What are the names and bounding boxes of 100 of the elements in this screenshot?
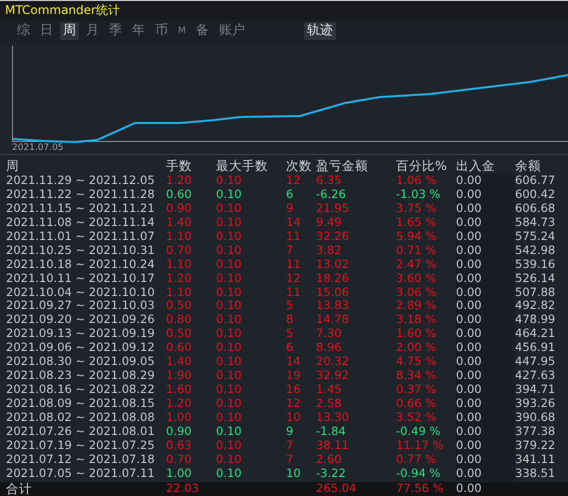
profit-cell-text: -1.84 bbox=[316, 424, 347, 439]
period-tab[interactable]: 月 bbox=[83, 22, 102, 40]
lots-cell-text: 1.00 bbox=[166, 410, 193, 425]
balance-cell-text: 575.24 bbox=[515, 230, 556, 244]
deposit-cell: 0.00 bbox=[456, 369, 515, 384]
lots-cell-text: 0.60 bbox=[166, 341, 193, 356]
max-lots-cell-text: 0.10 bbox=[216, 244, 243, 258]
column-header: 次数 bbox=[286, 158, 313, 174]
week-cell-text: 2021.07.05 ~ 2021.07.11 bbox=[6, 466, 156, 481]
week-cell-text: 2021.08.16 ~ 2021.08.22 bbox=[6, 383, 156, 398]
trades-cell-text: 16 bbox=[286, 383, 302, 398]
max-lots-cell-text: 0.10 bbox=[216, 424, 243, 439]
profit-cell-text: 38.11 bbox=[316, 438, 350, 453]
total-profit: 265.04 bbox=[316, 482, 358, 496]
max-lots-cell-text: 0.10 bbox=[216, 438, 243, 453]
period-tab[interactable]: 账户 bbox=[216, 22, 248, 40]
trades-cell-text: 8 bbox=[286, 313, 294, 328]
balance-cell-text: 377.38 bbox=[515, 424, 556, 439]
trades-cell-text: 9 bbox=[286, 424, 294, 439]
chart-date-label: 2021.07.05 bbox=[12, 143, 64, 153]
lots-cell-text: 1.20 bbox=[166, 272, 193, 286]
period-tab[interactable]: 日 bbox=[37, 22, 56, 40]
profit-cell-text: 2.60 bbox=[316, 452, 343, 467]
percent-cell-text: 0.77 % bbox=[396, 452, 438, 467]
percent-cell-text: -1.03 % bbox=[396, 188, 442, 202]
balance-cell-text: 379.22 bbox=[515, 438, 556, 453]
max-lots-cell-text: 0.10 bbox=[216, 188, 243, 202]
deposit-cell: 0.00 bbox=[456, 341, 515, 356]
week-cell-text: 2021.10.18 ~ 2021.10.24 bbox=[6, 258, 156, 272]
profit-cell-text: -3.22 bbox=[316, 466, 347, 481]
deposit-cell: 0.00 bbox=[456, 438, 515, 453]
trades-cell-text: 11 bbox=[286, 286, 302, 300]
week-cell-text: 2021.11.15 ~ 2021.11.21 bbox=[6, 202, 156, 216]
max-lots-cell-text: 0.10 bbox=[216, 410, 243, 425]
column-header: 手数 bbox=[166, 158, 193, 174]
deposit-cell: 0.00 bbox=[456, 188, 515, 202]
deposit-cell: 0.00 bbox=[456, 355, 515, 370]
lots-cell-text: 0.70 bbox=[166, 452, 193, 467]
balance-cell-text: 478.99 bbox=[515, 313, 556, 328]
deposit-cell: 0.00 bbox=[456, 424, 515, 439]
max-lots-cell-text: 0.10 bbox=[216, 202, 243, 216]
deposit-cell: 0.00 bbox=[456, 313, 515, 328]
column-header: 百分比% bbox=[396, 158, 448, 174]
percent-cell-text: 5.94 % bbox=[396, 230, 438, 244]
deposit-cell: 0.00 bbox=[456, 452, 515, 467]
balance-cell-text: 526.14 bbox=[515, 272, 556, 286]
max-lots-cell-text: 0.10 bbox=[216, 230, 243, 244]
deposit-cell: 0.00 bbox=[456, 286, 515, 300]
trades-cell-text: 12 bbox=[286, 397, 302, 411]
period-tab[interactable]: 备 bbox=[192, 22, 212, 40]
percent-cell-text: 3.06 % bbox=[396, 286, 438, 300]
max-lots-cell-text: 0.10 bbox=[216, 452, 243, 467]
trades-cell-text: 19 bbox=[286, 369, 302, 384]
profit-cell-text: 18.26 bbox=[316, 272, 350, 286]
lots-cell-text: 1.40 bbox=[166, 216, 193, 230]
period-tab[interactable]: 周 bbox=[60, 22, 79, 40]
total-percent: 77.56 % bbox=[396, 482, 445, 496]
deposit-cell: 0.00 bbox=[456, 244, 515, 258]
balance-cell-text: 584.73 bbox=[515, 216, 556, 230]
deposit-cell: 0.00 bbox=[456, 174, 515, 188]
week-cell-text: 2021.08.02 ~ 2021.08.08 bbox=[6, 410, 156, 425]
lots-cell-text: 1.90 bbox=[166, 369, 193, 384]
profit-cell-text: -6.26 bbox=[316, 188, 347, 202]
week-cell-text: 2021.08.23 ~ 2021.08.29 bbox=[6, 369, 156, 384]
deposit-cell: 0.00 bbox=[456, 258, 515, 272]
percent-cell-text: 1.65 % bbox=[396, 216, 438, 230]
percent-cell-text: 3.60 % bbox=[396, 272, 438, 286]
period-tab[interactable]: 综 bbox=[14, 22, 33, 40]
balance-cell-text: 600.42 bbox=[515, 188, 556, 202]
profit-cell-text: 6.35 bbox=[316, 174, 343, 188]
track-button[interactable]: 轨迹 bbox=[304, 22, 336, 40]
deposit-cell: 0.00 bbox=[456, 299, 515, 314]
profit-cell-text: 32.92 bbox=[316, 369, 350, 384]
lots-cell-text: 1.10 bbox=[166, 258, 193, 272]
trades-cell-text: 7 bbox=[286, 438, 294, 453]
period-tab[interactable]: 年 bbox=[129, 22, 148, 40]
lots-cell-text: 0.60 bbox=[166, 188, 193, 202]
lots-cell-text: 0.63 bbox=[166, 438, 193, 453]
period-tab[interactable]: 币 bbox=[152, 22, 171, 40]
max-lots-cell-text: 0.10 bbox=[216, 216, 243, 230]
window-title: MTCommander统计 bbox=[0, 0, 568, 20]
balance-cell-text: 606.77 bbox=[515, 174, 556, 188]
trades-cell-text: 11 bbox=[286, 230, 302, 244]
week-cell-text: 2021.11.08 ~ 2021.11.14 bbox=[6, 216, 156, 230]
percent-cell-text: 3.75 % bbox=[396, 202, 438, 216]
week-cell-text: 2021.11.01 ~ 2021.11.07 bbox=[6, 230, 156, 244]
deposit-cell: 0.00 bbox=[456, 327, 515, 342]
week-cell-text: 2021.07.12 ~ 2021.07.18 bbox=[6, 452, 156, 467]
total-lots: 22.03 bbox=[166, 482, 200, 496]
period-tab[interactable]: M bbox=[175, 22, 189, 40]
trades-cell-text: 9 bbox=[286, 202, 294, 216]
trades-cell-text: 7 bbox=[286, 244, 294, 258]
week-cell-text: 2021.07.19 ~ 2021.07.25 bbox=[6, 438, 156, 453]
balance-cell-text: 390.68 bbox=[515, 410, 556, 425]
period-tab[interactable]: 季 bbox=[106, 22, 125, 40]
week-cell-text: 2021.09.27 ~ 2021.10.03 bbox=[6, 299, 156, 314]
column-header: 出入金 bbox=[456, 158, 496, 174]
week-cell-text: 2021.09.06 ~ 2021.09.12 bbox=[6, 341, 156, 356]
balance-cell-text: 393.26 bbox=[515, 397, 556, 411]
max-lots-cell-text: 0.10 bbox=[216, 327, 243, 342]
